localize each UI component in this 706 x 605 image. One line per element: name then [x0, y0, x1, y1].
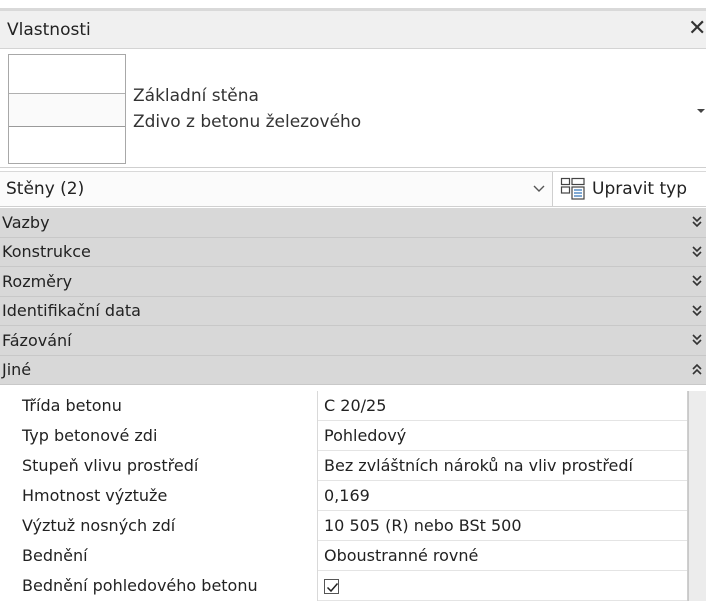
group-fazovani[interactable]: Fázování: [0, 326, 706, 356]
property-value[interactable]: Oboustranné rovné: [318, 541, 688, 571]
panel-title: Vlastnosti: [7, 19, 91, 40]
collapse-icon[interactable]: [691, 363, 703, 377]
row-side-handle: [688, 451, 706, 481]
type-selector[interactable]: Základní stěna Zdivo z betonu železového: [0, 50, 706, 168]
expand-icon[interactable]: [691, 304, 703, 318]
property-value-checkbox-cell: [318, 571, 688, 601]
property-groups: Vazby Konstrukce Rozměry Identifikační d…: [0, 208, 706, 385]
property-table: Třída betonu C 20/25 Typ betonové zdi Po…: [0, 391, 706, 601]
row-side-handle: [688, 571, 706, 601]
property-name: Bednění pohledového betonu: [0, 571, 318, 601]
row-side-handle: [688, 421, 706, 451]
expand-icon[interactable]: [691, 245, 703, 259]
chevron-down-icon: [533, 185, 545, 192]
instance-filter-select[interactable]: Stěny (2): [0, 172, 553, 206]
edit-type-button[interactable]: Upravit typ: [560, 172, 706, 206]
group-identifikacni-data[interactable]: Identifikační data: [0, 296, 706, 326]
expand-icon[interactable]: [691, 274, 703, 288]
property-value[interactable]: Bez zvláštních nároků na vliv prostředí: [318, 451, 688, 481]
type-name-label: Zdivo z betonu železového: [133, 112, 362, 132]
table-row: Stupeň vlivu prostředí Bez zvláštních ná…: [0, 451, 706, 481]
property-name: Výztuž nosných zdí: [0, 511, 318, 541]
group-rozmery[interactable]: Rozměry: [0, 267, 706, 297]
table-row: Hmotnost výztuže 0,169: [0, 481, 706, 511]
edit-type-label: Upravit typ: [592, 179, 688, 199]
properties-panel: Vlastnosti ✕ Základní stěna Zdivo z beto…: [0, 0, 706, 605]
group-konstrukce[interactable]: Konstrukce: [0, 237, 706, 267]
group-vazby[interactable]: Vazby: [0, 208, 706, 238]
expand-icon[interactable]: [691, 215, 703, 229]
property-value[interactable]: C 20/25: [318, 391, 688, 421]
table-row: Třída betonu C 20/25: [0, 391, 706, 421]
dropdown-arrow-icon[interactable]: [696, 106, 706, 116]
property-value[interactable]: Pohledový: [318, 421, 688, 451]
property-name: Hmotnost výztuže: [0, 481, 318, 511]
table-row: Bednění pohledového betonu: [0, 571, 706, 601]
wall-preview-band: [9, 93, 125, 127]
table-row: Typ betonové zdi Pohledový: [0, 421, 706, 451]
property-value[interactable]: 10 505 (R) nebo BSt 500: [318, 511, 688, 541]
row-side-handle: [688, 541, 706, 571]
group-label: Vazby: [2, 212, 50, 232]
property-name: Třída betonu: [0, 391, 318, 421]
group-jine[interactable]: Jiné: [0, 355, 706, 385]
row-side-handle: [688, 511, 706, 541]
expand-icon[interactable]: [691, 333, 703, 347]
visible-concrete-formwork-checkbox[interactable]: [324, 579, 339, 594]
instance-filter-value: Stěny (2): [6, 179, 85, 199]
table-row: Bednění Oboustranné rovné: [0, 541, 706, 571]
type-family-label: Základní stěna: [133, 86, 259, 106]
group-label: Identifikační data: [2, 301, 141, 321]
row-side-handle: [688, 481, 706, 511]
close-icon[interactable]: ✕: [688, 17, 706, 41]
property-name: Bednění: [0, 541, 318, 571]
property-value[interactable]: 0,169: [318, 481, 688, 511]
property-name: Typ betonové zdi: [0, 421, 318, 451]
checkmark-icon: [326, 583, 339, 593]
group-label: Konstrukce: [2, 242, 91, 262]
row-side-handle: [688, 391, 706, 421]
property-name: Stupeň vlivu prostředí: [0, 451, 318, 481]
group-label: Rozměry: [2, 271, 73, 291]
edit-type-icon: [560, 177, 585, 200]
panel-titlebar: Vlastnosti ✕: [0, 11, 706, 49]
table-row: Výztuž nosných zdí 10 505 (R) nebo BSt 5…: [0, 511, 706, 541]
group-label: Jiné: [2, 360, 32, 380]
wall-preview-icon: [8, 54, 126, 164]
instance-bar: Stěny (2) Upravit typ: [0, 171, 706, 207]
group-label: Fázování: [2, 330, 72, 350]
